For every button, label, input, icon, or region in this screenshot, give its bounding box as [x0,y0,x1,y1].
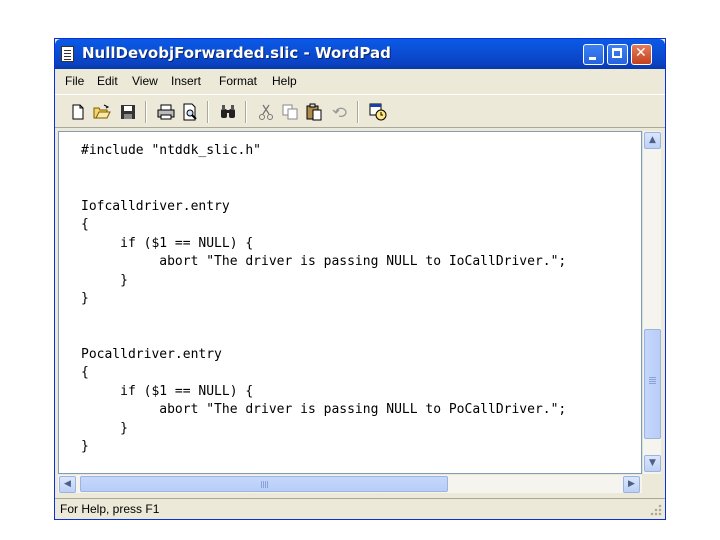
vertical-scrollbar[interactable]: ▲ ▼ [642,131,661,474]
insert-date-time-icon[interactable] [369,103,387,121]
code-line: Iofcalldriver.entry [81,198,230,214]
cut-icon[interactable] [257,103,275,121]
scroll-right-button[interactable]: ▶ [623,476,640,493]
code-line: } [81,272,128,288]
save-icon[interactable] [119,103,137,121]
menu-help[interactable]: Help [272,74,297,88]
menu-view[interactable]: View [132,74,158,88]
close-button[interactable] [631,44,652,65]
copy-icon[interactable] [281,103,299,121]
toolbar-separator [145,101,147,123]
code-line: abort "The driver is passing NULL to IoC… [81,254,567,269]
code-line: abort "The driver is passing NULL to PoC… [81,402,567,417]
wordpad-window: NullDevobjForwarded.slic - WordPad File … [54,38,666,520]
new-document-icon[interactable] [69,103,87,121]
maximize-button[interactable] [607,44,628,65]
code-line: if ($1 == NULL) { [81,235,254,251]
title-bar[interactable]: NullDevobjForwarded.slic - WordPad [55,39,665,69]
code-line: if ($1 == NULL) { [81,383,254,399]
minimize-button[interactable] [583,44,604,65]
code-line: Pocalldriver.entry [81,346,222,362]
scroll-left-button[interactable]: ◀ [59,476,76,493]
horizontal-scrollbar[interactable]: ◀ ▶ [58,475,642,493]
document-text[interactable]: #include "ntddk_slic.h" Iofcalldriver.en… [81,142,566,457]
scroll-up-button[interactable]: ▲ [644,132,661,149]
grip-icon [261,481,262,488]
chevron-up-icon: ▲ [649,135,656,145]
wordpad-app-icon[interactable] [61,46,74,62]
toolbar [55,94,665,128]
menu-format[interactable]: Format [219,74,257,88]
scroll-down-button[interactable]: ▼ [644,455,661,472]
resize-grip-icon[interactable] [650,504,662,516]
print-preview-icon[interactable] [181,103,199,121]
code-line: { [81,365,89,380]
horizontal-scroll-thumb[interactable] [80,476,448,492]
menu-insert[interactable]: Insert [171,74,201,88]
toolbar-separator [207,101,209,123]
code-line: { [81,217,89,232]
code-line: } [81,420,128,436]
vertical-scroll-thumb[interactable] [644,329,661,439]
grip-icon [649,377,656,378]
code-line: } [81,439,89,454]
menu-bar: File Edit View Insert Format Help [55,70,665,92]
code-line: #include "ntddk_slic.h" [81,143,262,158]
status-bar: For Help, press F1 [55,498,665,519]
menu-file[interactable]: File [65,74,84,88]
toolbar-separator [357,101,359,123]
open-folder-icon[interactable] [93,103,111,121]
undo-icon[interactable] [331,103,349,121]
chevron-left-icon: ◀ [64,479,71,489]
paste-icon[interactable] [305,103,323,121]
find-icon[interactable] [219,103,237,121]
code-line: } [81,291,89,306]
menu-edit[interactable]: Edit [97,74,118,88]
status-text: For Help, press F1 [60,502,160,516]
chevron-down-icon: ▼ [649,458,656,468]
print-icon[interactable] [157,103,175,121]
window-title: NullDevobjForwarded.slic - WordPad [82,44,391,62]
toolbar-separator [245,101,247,123]
chevron-right-icon: ▶ [628,479,635,489]
document-area[interactable]: #include "ntddk_slic.h" Iofcalldriver.en… [58,131,642,474]
